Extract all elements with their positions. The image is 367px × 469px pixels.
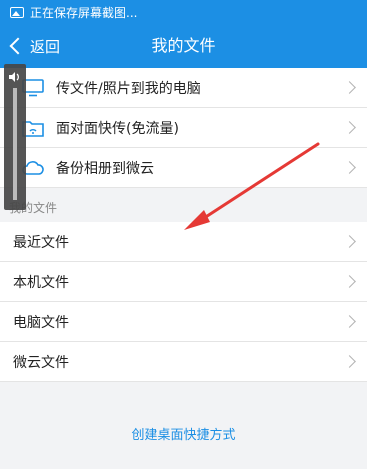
list-item-label: 备份相册到微云 [56,160,154,177]
speaker-icon [9,72,19,82]
status-bar: 正在保存屏幕截图... [0,0,367,24]
back-button[interactable]: 返回 [6,24,60,68]
list-item-local-files[interactable]: 本机文件 [0,262,367,302]
list-item-send-to-pc[interactable]: 传文件/照片到我的电脑 [0,68,367,108]
chevron-right-icon [343,355,356,368]
list-item-label: 电脑文件 [13,314,69,331]
create-shortcut-link[interactable]: 创建桌面快捷方式 [0,424,367,443]
list-item-label: 最近文件 [13,234,69,251]
volume-slider-track[interactable] [13,88,17,200]
list-item-weiyun-files[interactable]: 微云文件 [0,342,367,382]
volume-overlay[interactable] [4,64,26,210]
chevron-right-icon [343,121,356,134]
list-item-backup-album[interactable]: 备份相册到微云 [0,148,367,188]
status-text: 正在保存屏幕截图... [30,5,138,20]
transfer-list: 传文件/照片到我的电脑 面对面快传(免流量) 备份相册到微云 [0,68,367,188]
chevron-left-icon [9,37,27,55]
back-label: 返回 [30,37,61,56]
chevron-right-icon [343,315,356,328]
image-icon [10,6,24,18]
list-item-face-to-face[interactable]: 面对面快传(免流量) [0,108,367,148]
title-bar: 返回 我的文件 [0,24,367,68]
chevron-right-icon [343,161,356,174]
list-item-label: 本机文件 [13,274,69,291]
chevron-right-icon [343,235,356,248]
chevron-right-icon [343,81,356,94]
list-item-recent-files[interactable]: 最近文件 [0,222,367,262]
files-list: 最近文件 本机文件 电脑文件 微云文件 [0,222,367,382]
list-item-label: 微云文件 [13,354,69,371]
chevron-right-icon [343,275,356,288]
list-item-pc-files[interactable]: 电脑文件 [0,302,367,342]
list-item-label: 传文件/照片到我的电脑 [56,80,201,97]
list-item-label: 面对面快传(免流量) [56,120,179,137]
